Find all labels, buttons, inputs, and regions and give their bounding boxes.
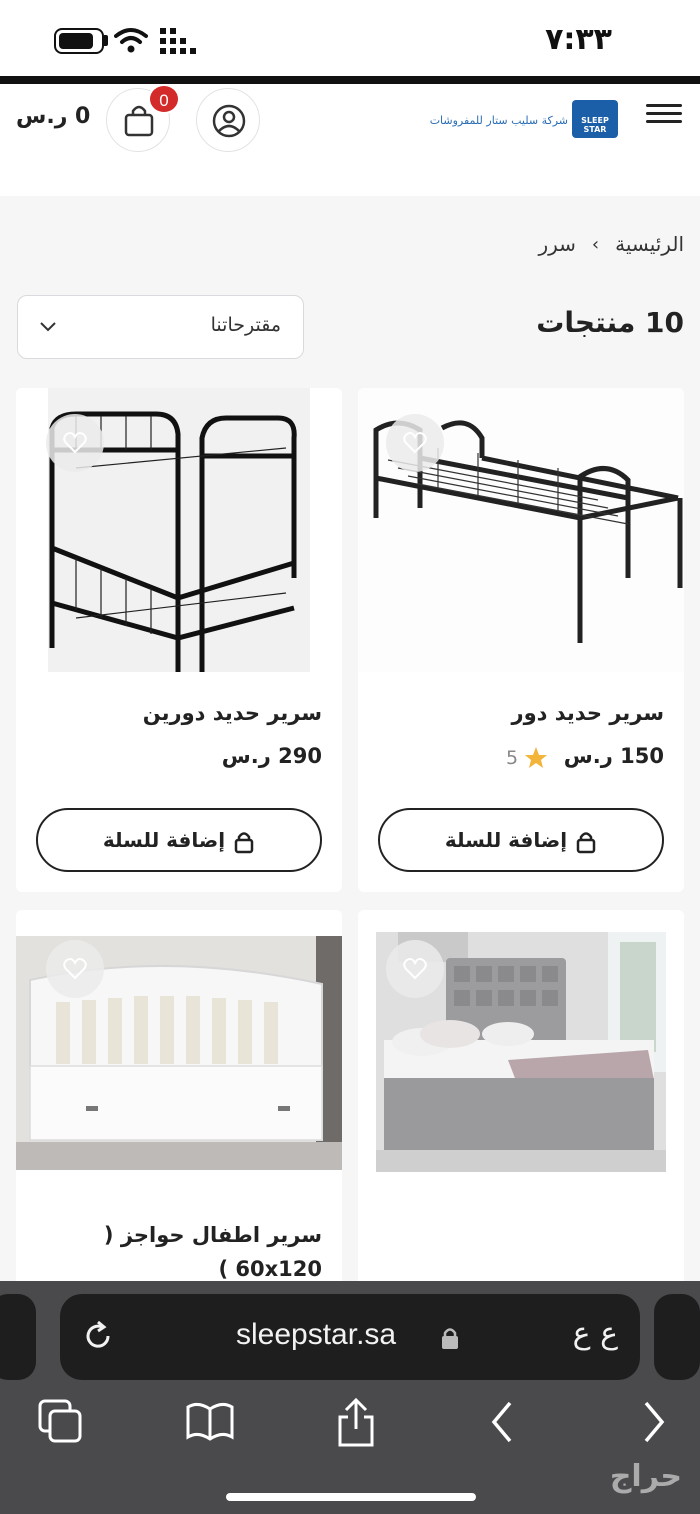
sort-dropdown[interactable]: مقترحاتنا bbox=[17, 295, 304, 359]
logo-mark: SLEEP STAR bbox=[572, 100, 618, 138]
address-bar[interactable]: sleepstar.sa ع ع bbox=[60, 1294, 640, 1380]
product-name[interactable]: سرير حديد دور bbox=[512, 696, 665, 730]
product-card[interactable]: سرير اطفال حواجز ( 60x120 ) bbox=[16, 910, 342, 1290]
add-to-cart-button[interactable]: إضافة للسلة bbox=[378, 808, 664, 872]
lock-icon bbox=[442, 1328, 458, 1349]
add-to-cart-label: إضافة للسلة bbox=[444, 828, 568, 852]
lock-icon bbox=[234, 831, 254, 853]
forward-icon[interactable] bbox=[638, 1397, 670, 1447]
wishlist-button[interactable] bbox=[46, 940, 104, 998]
product-name[interactable]: سرير حديد دورين bbox=[143, 696, 322, 730]
site-header: SLEEP STAR شركة سليب ستار للمفروشات 0 0 … bbox=[0, 84, 700, 196]
sort-selected: مقترحاتنا bbox=[210, 314, 281, 336]
next-tab[interactable] bbox=[654, 1294, 700, 1380]
cart-total: 0 ر.س bbox=[16, 104, 91, 129]
menu-icon-bar bbox=[646, 120, 682, 123]
heart-icon bbox=[403, 432, 427, 454]
product-price: 290 ر.س bbox=[221, 744, 322, 768]
menu-button[interactable] bbox=[646, 99, 682, 129]
browser-toolbar: sleepstar.sa ع ع حراج bbox=[0, 1281, 700, 1514]
star-icon bbox=[525, 747, 548, 768]
product-card[interactable]: سرير حديد دور 150 ر.س 5 إضافة للسلة bbox=[358, 388, 684, 892]
add-to-cart-label: إضافة للسلة bbox=[102, 828, 226, 852]
header-divider bbox=[0, 76, 700, 84]
breadcrumb-current: سرر bbox=[538, 232, 576, 256]
lock-icon bbox=[576, 831, 596, 853]
breadcrumb-home[interactable]: الرئيسية bbox=[615, 232, 684, 256]
product-rating: 5 bbox=[506, 746, 548, 770]
product-count: 10 منتجات bbox=[536, 306, 684, 339]
tabs-icon[interactable] bbox=[36, 1397, 86, 1447]
product-card[interactable] bbox=[358, 910, 684, 1290]
battery-icon bbox=[54, 28, 104, 54]
site-logo[interactable]: SLEEP STAR شركة سليب ستار للمفروشات bbox=[430, 98, 618, 142]
wifi-icon bbox=[114, 28, 148, 53]
bookmarks-icon[interactable] bbox=[184, 1397, 236, 1447]
heart-icon bbox=[403, 958, 427, 980]
product-name[interactable]: سرير اطفال حواجز ( 60x120 ) bbox=[36, 1218, 322, 1286]
heart-icon bbox=[63, 432, 87, 454]
back-icon[interactable] bbox=[486, 1397, 518, 1447]
chevron-down-icon bbox=[40, 322, 56, 332]
product-price: 150 ر.س bbox=[563, 744, 664, 768]
wishlist-button[interactable] bbox=[386, 414, 444, 472]
wishlist-button[interactable] bbox=[46, 414, 104, 472]
menu-icon-bar bbox=[646, 112, 682, 115]
account-button[interactable] bbox=[196, 88, 260, 152]
breadcrumb: الرئيسية › سرر bbox=[538, 232, 684, 256]
user-icon bbox=[212, 104, 246, 138]
product-card[interactable]: سرير حديد دورين 290 ر.س إضافة للسلة bbox=[16, 388, 342, 892]
cart-count-badge: 0 bbox=[148, 84, 180, 114]
reader-settings-button[interactable]: ع ع bbox=[573, 1316, 618, 1351]
reload-icon[interactable] bbox=[80, 1318, 116, 1354]
status-bar: ٧:٣٣ bbox=[0, 0, 700, 78]
heart-icon bbox=[63, 958, 87, 980]
clock: ٧:٣٣ bbox=[545, 22, 612, 57]
rating-value: 5 bbox=[506, 747, 519, 769]
url-text[interactable]: sleepstar.sa bbox=[236, 1318, 396, 1352]
wishlist-button[interactable] bbox=[386, 940, 444, 998]
home-indicator[interactable] bbox=[226, 1493, 476, 1501]
breadcrumb-separator: › bbox=[591, 233, 600, 255]
add-to-cart-button[interactable]: إضافة للسلة bbox=[36, 808, 322, 872]
previous-tab[interactable] bbox=[0, 1294, 36, 1380]
logo-text: شركة سليب ستار للمفروشات bbox=[429, 114, 568, 127]
menu-icon-bar bbox=[646, 104, 682, 107]
battery-tip bbox=[104, 35, 108, 46]
watermark: حراج bbox=[609, 1459, 682, 1494]
share-icon[interactable] bbox=[332, 1397, 380, 1449]
signal-icon bbox=[160, 28, 196, 54]
